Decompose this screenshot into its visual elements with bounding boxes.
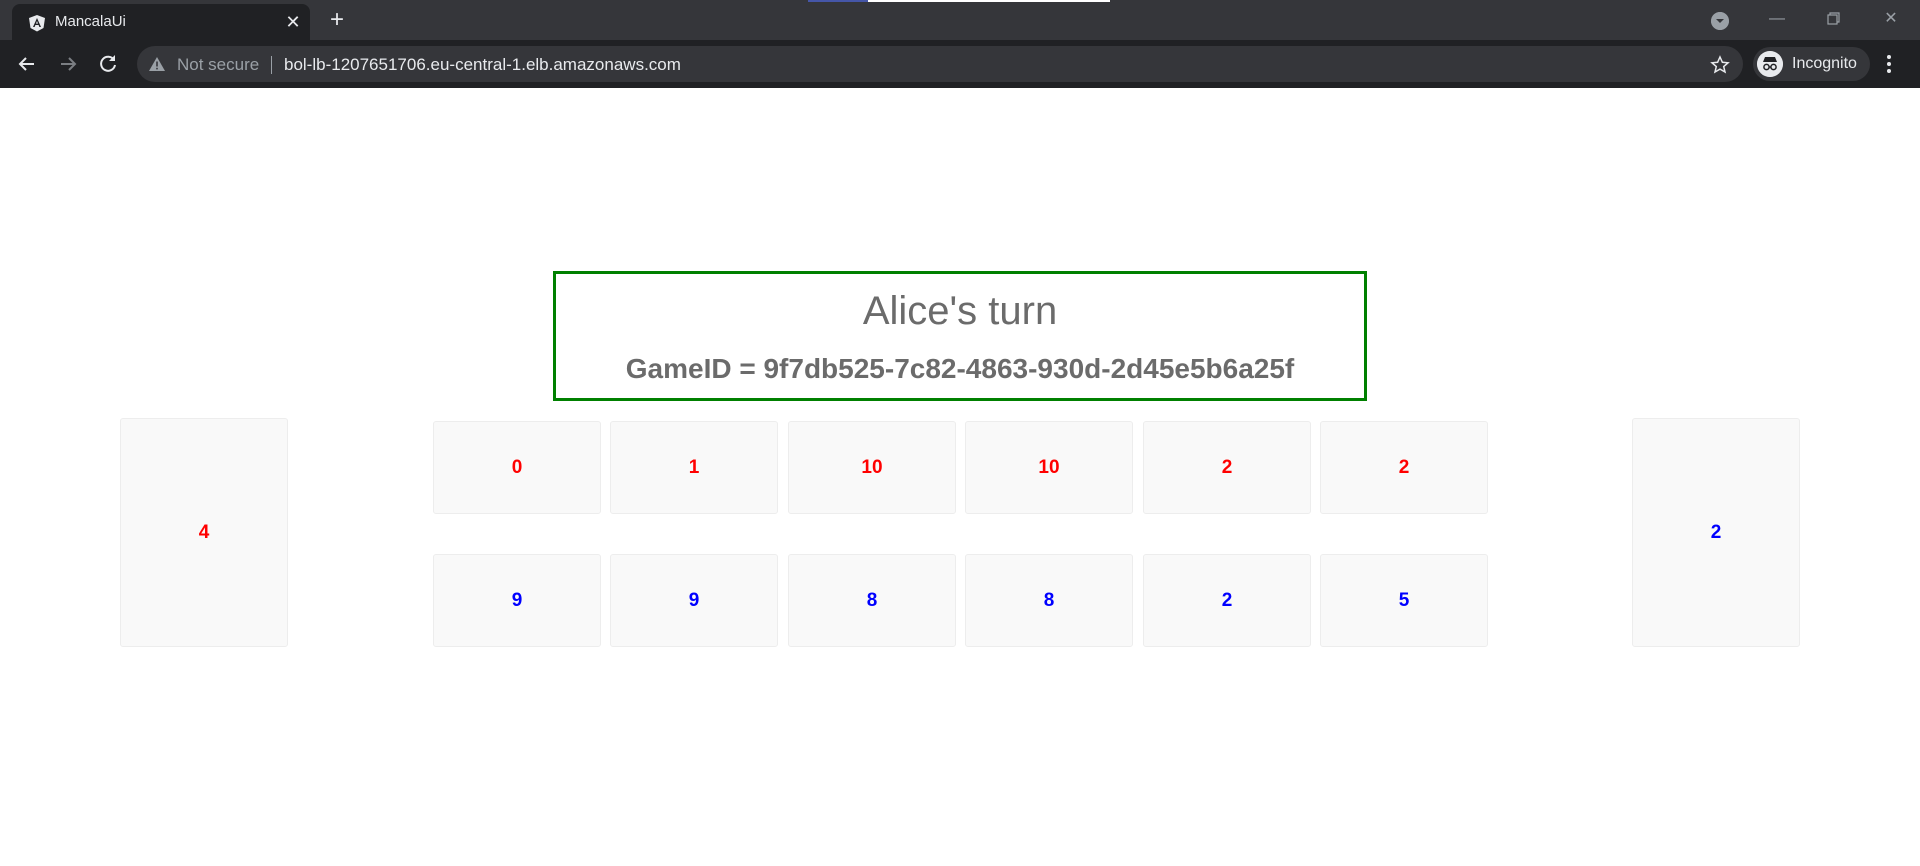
forward-arrow-icon[interactable]: [55, 51, 81, 77]
red-store: 4: [120, 418, 288, 647]
red-pit-1[interactable]: 0: [433, 421, 601, 514]
angular-favicon-icon: [29, 15, 45, 32]
blue-pit-4[interactable]: 8: [965, 554, 1133, 647]
tab-strip-indicator: [808, 0, 868, 2]
blue-pit-5[interactable]: 2: [1143, 554, 1311, 647]
blue-pit-6[interactable]: 5: [1320, 554, 1488, 647]
close-window-icon[interactable]: ✕: [1876, 6, 1906, 32]
tab-close-icon[interactable]: ✕: [284, 13, 302, 31]
incognito-indicator[interactable]: Incognito: [1753, 47, 1870, 81]
red-pit-2[interactable]: 1: [610, 421, 778, 514]
incognito-label: Incognito: [1792, 55, 1857, 72]
incognito-icon: [1757, 51, 1783, 77]
minimize-icon[interactable]: —: [1762, 6, 1792, 32]
new-tab-icon[interactable]: +: [326, 8, 348, 32]
bookmark-star-icon[interactable]: [1710, 55, 1730, 75]
blue-pit-2[interactable]: 9: [610, 554, 778, 647]
tab-title: MancalaUi: [55, 13, 126, 30]
game-id: GameID = 9f7db525-7c82-4863-930d-2d45e5b…: [625, 353, 1295, 384]
blue-pit-1[interactable]: 9: [433, 554, 601, 647]
red-pit-6[interactable]: 2: [1320, 421, 1488, 514]
warning-icon[interactable]: [149, 57, 165, 71]
tab-strip-indicator: [868, 0, 1110, 2]
reload-icon[interactable]: [95, 51, 121, 77]
blue-store: 2: [1632, 418, 1800, 647]
red-pit-4[interactable]: 10: [965, 421, 1133, 514]
browser-toolbar: Not secure bol-lb-1207651706.eu-central-…: [0, 40, 1920, 88]
omnibox-divider: [271, 56, 272, 74]
more-menu-icon[interactable]: [1884, 52, 1894, 76]
url-text[interactable]: bol-lb-1207651706.eu-central-1.elb.amazo…: [284, 55, 681, 75]
browser-tab-strip: MancalaUi ✕ + — ✕: [0, 0, 1920, 40]
back-arrow-icon[interactable]: [14, 51, 40, 77]
security-status[interactable]: Not secure: [177, 55, 259, 75]
restore-icon[interactable]: [1818, 6, 1848, 32]
red-pit-5[interactable]: 2: [1143, 421, 1311, 514]
red-pit-3[interactable]: 10: [788, 421, 956, 514]
tab-search-icon[interactable]: [1711, 12, 1729, 30]
turn-indicator: Alice's turn: [862, 289, 1058, 333]
address-bar[interactable]: Not secure bol-lb-1207651706.eu-central-…: [137, 46, 1743, 82]
game-status-panel: Alice's turn GameID = 9f7db525-7c82-4863…: [553, 271, 1367, 401]
blue-pit-3[interactable]: 8: [788, 554, 956, 647]
browser-tab[interactable]: MancalaUi ✕: [12, 4, 310, 40]
